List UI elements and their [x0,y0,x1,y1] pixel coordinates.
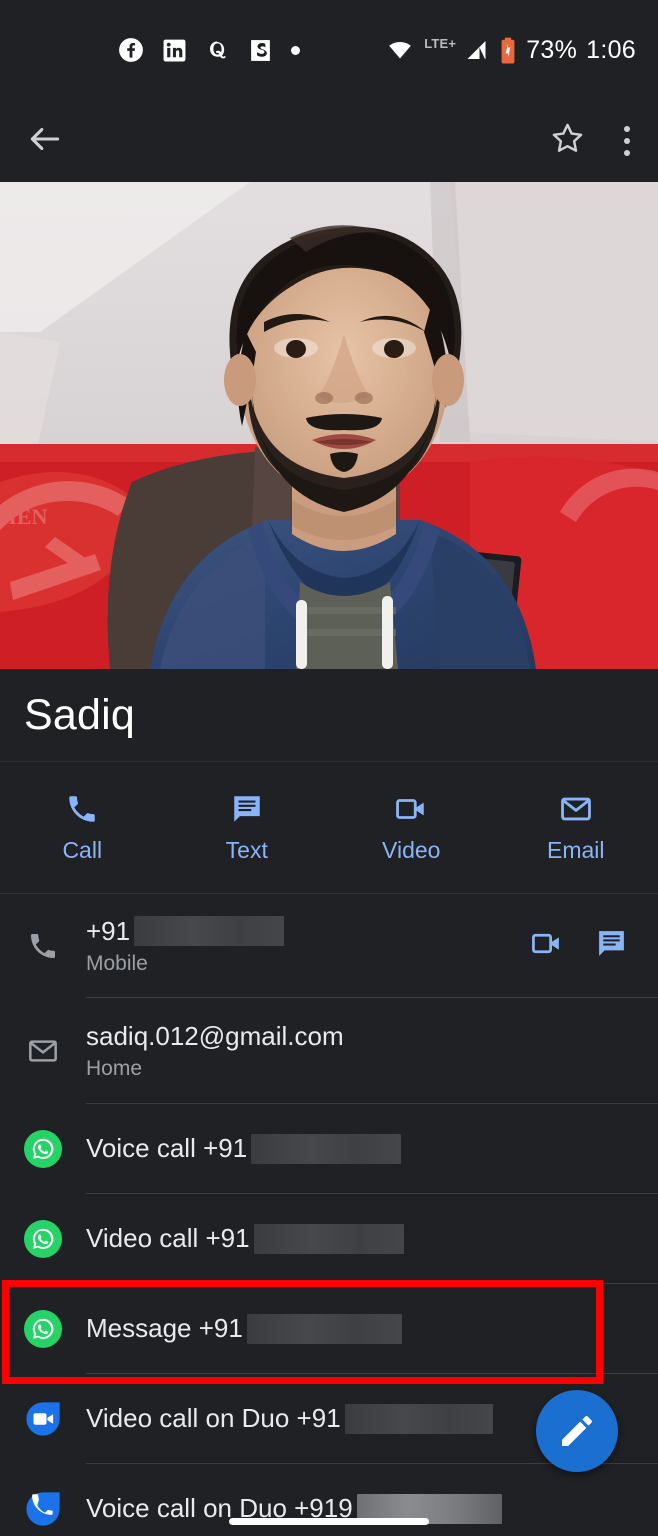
quick-action-text[interactable]: Text [165,792,330,864]
favorite-star-button[interactable] [545,116,590,166]
linkedin-icon [163,39,186,61]
videocam-icon [532,933,559,953]
quick-action-label: Call [62,836,103,863]
phone-row-message-button[interactable] [595,927,628,965]
phone-icon [31,933,55,958]
svg-text:MEN: MEN [0,504,47,529]
network-type-label: LTE+ [424,35,457,51]
duo-voice-call-row[interactable]: Voice call on Duo +919 [0,1464,658,1536]
whatsapp-icon [24,1129,62,1168]
email-address-value: sadiq.012@gmail.com [86,1020,344,1051]
videocam-icon [396,798,424,819]
whatsapp-icon [24,1219,62,1258]
duo-video-icon [26,1401,60,1436]
battery-charging-icon [501,37,515,64]
row-icon [0,1129,86,1168]
more-vert-icon-dot [624,126,630,132]
quora-icon [210,40,226,58]
redacted-phone-number [253,1223,404,1254]
pencil-edit-icon [562,1416,592,1446]
quick-action-email[interactable]: Email [494,792,658,864]
duo-video-call-label: Video call on Duo +91 [86,1403,341,1433]
whatsapp-message-label: Message +91 [86,1313,243,1343]
email-row[interactable]: sadiq.012@gmail.com Home [0,998,658,1103]
phone-icon [69,795,95,822]
whatsapp-video-call-label: Video call +91 [86,1223,250,1253]
arrow-back-icon [30,127,60,150]
more-vert-icon-dot [624,150,630,156]
whatsapp-voice-call-label: Voice call +91 [86,1133,248,1163]
battery-percent-label: 73% [526,35,578,64]
redacted-phone-number [344,1403,493,1434]
quick-action-label: Video [382,836,441,863]
s-app-icon [251,39,270,61]
row-icon [0,1400,86,1438]
whatsapp-video-call-row[interactable]: Video call +91 [0,1194,658,1283]
status-bar: LTE+ 73% 1:06 [0,0,658,100]
row-icon [0,1035,86,1067]
whatsapp-message-row[interactable]: Message +91 [0,1284,658,1373]
quick-action-call[interactable]: Call [0,792,165,864]
status-bar-right: LTE+ 73% 1:06 [385,36,636,65]
overflow-menu-button[interactable] [612,122,642,160]
notification-icons [118,37,300,63]
back-button[interactable] [26,120,64,163]
phone-label: Mobile [86,951,148,975]
message-icon [599,930,624,956]
duo-voice-icon [26,1491,60,1526]
row-icon [0,1309,86,1348]
phone-row[interactable]: +91 Mobile [0,894,658,997]
quick-action-label: Email [546,836,605,863]
clock-label: 1:06 [586,35,636,64]
gesture-navigation-bar[interactable] [229,1518,429,1525]
email-icon [560,797,591,820]
row-icon [0,1490,86,1528]
email-icon [29,1039,57,1062]
whatsapp-voice-call-row[interactable]: Voice call +91 [0,1104,658,1193]
contact-name-header: Sadiq [0,669,658,761]
quick-actions-bar: Call Text Video Email [0,761,658,894]
phone-number-value: +91 [86,915,131,946]
more-vert-icon-dot [624,138,630,144]
signal-icon [467,41,486,59]
row-icon [0,1219,86,1258]
contact-details-screen: LTE+ 73% 1:06 MEN Sadiq Call Text Video … [0,0,658,1536]
email-label: Home [86,1056,143,1080]
wifi-icon [389,42,412,59]
redacted-phone-number [134,916,285,946]
quick-action-video[interactable]: Video [329,792,494,864]
contact-photo[interactable]: MEN [0,182,658,669]
quick-action-label: Text [225,836,268,863]
facebook-icon [119,38,143,62]
phone-row-video-button[interactable] [530,927,563,965]
redacted-phone-number [246,1313,402,1344]
action-bar [0,100,658,182]
notification-dot-icon [291,45,300,55]
edit-contact-fab[interactable] [536,1390,618,1472]
whatsapp-icon [24,1309,62,1348]
page-title: Sadiq [24,690,135,739]
message-icon [234,795,260,822]
star-outline-icon [552,123,583,152]
row-icon [0,930,86,962]
redacted-phone-number [251,1133,402,1164]
